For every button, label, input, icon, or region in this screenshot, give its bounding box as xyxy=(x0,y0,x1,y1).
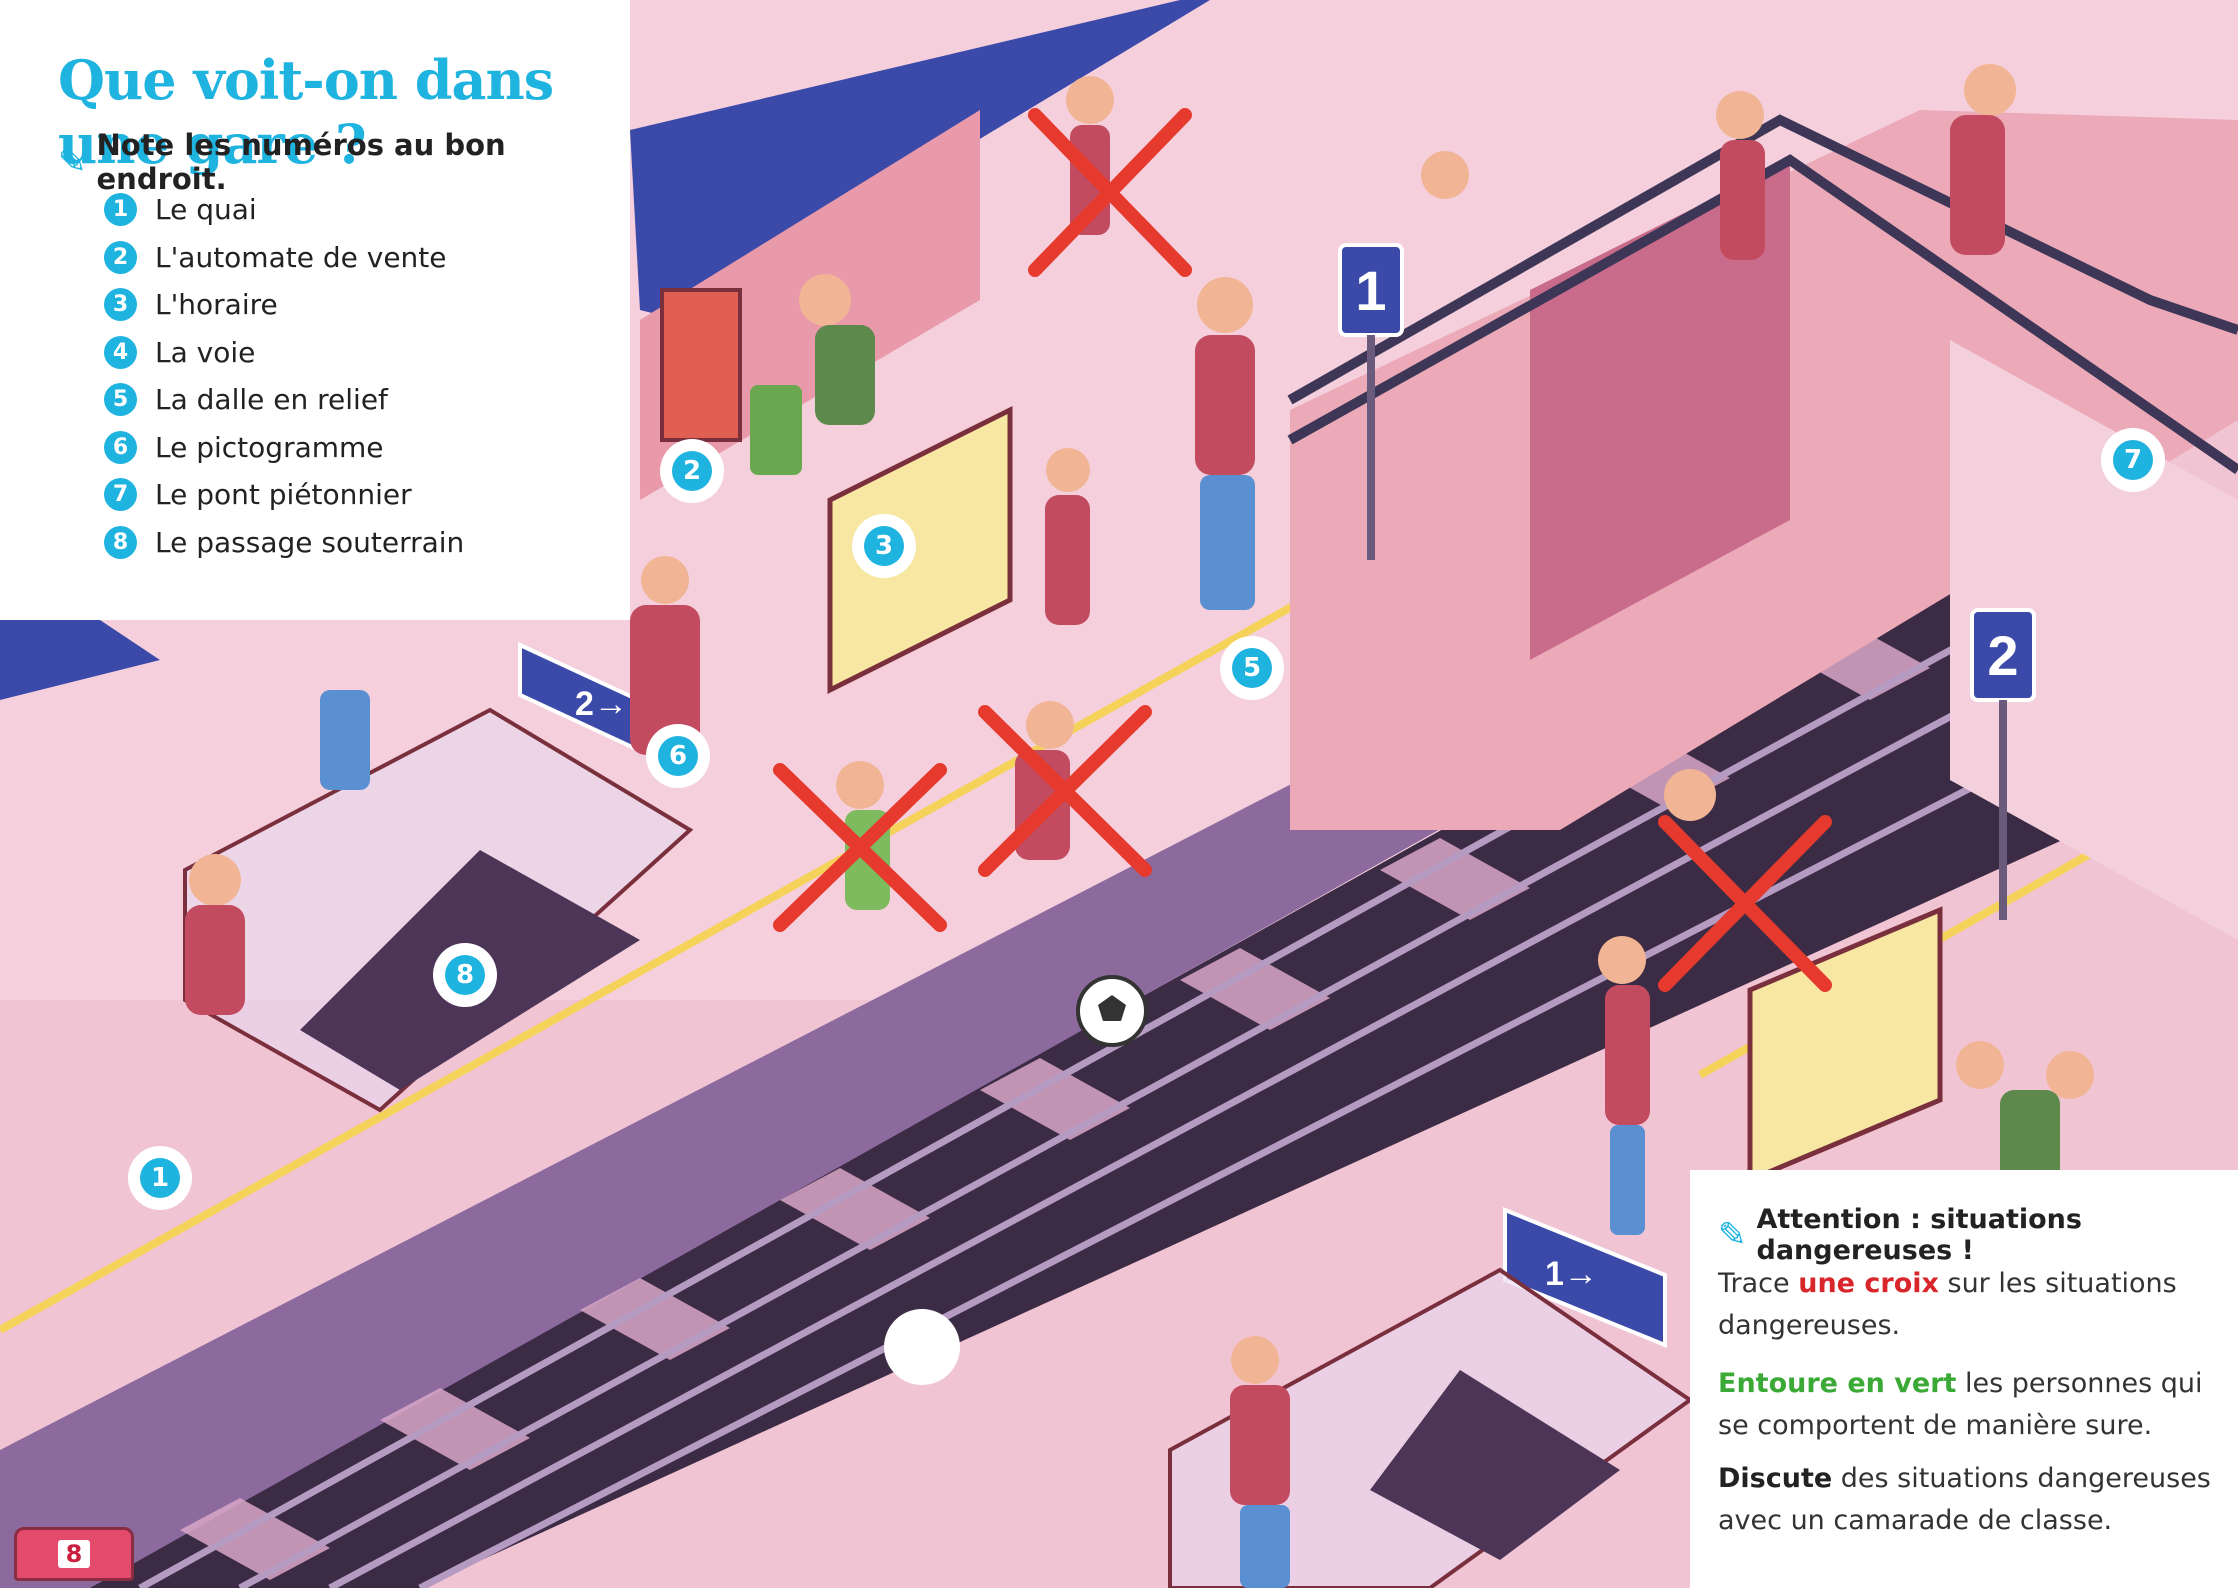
legend-item: 2 L'automate de vente xyxy=(104,234,464,282)
marker-footbridge[interactable]: 7 xyxy=(2101,428,2165,492)
marker-number: 6 xyxy=(658,736,698,776)
legend-label: L'automate de vente xyxy=(155,240,447,274)
legend-number: 3 xyxy=(104,288,137,322)
legend-number: 7 xyxy=(104,478,137,512)
circle-green-emphasis: Entoure en vert xyxy=(1718,1368,1957,1399)
svg-text:1→: 1→ xyxy=(1545,1255,1598,1293)
marker-number: 3 xyxy=(864,526,904,566)
text-fragment: sur les situations xyxy=(1938,1268,2177,1299)
svg-text:1: 1 xyxy=(1355,259,1386,322)
danger-line-4: se comportent de manière sure. xyxy=(1718,1410,2153,1441)
marker-number: 1 xyxy=(140,1158,180,1198)
legend-label: Le pictogramme xyxy=(155,430,384,464)
danger-line-2: dangereuses. xyxy=(1718,1310,1901,1341)
legend-number: 8 xyxy=(104,525,137,559)
danger-line-3: Entoure en vert les personnes qui xyxy=(1718,1363,2202,1405)
legend-label: L'horaire xyxy=(155,288,278,322)
marker-number: 8 xyxy=(445,955,485,995)
danger-heading: Attention : situations dangereuses ! xyxy=(1756,1204,2082,1266)
marker-number: 5 xyxy=(1232,648,1272,688)
legend-item: 4 La voie xyxy=(104,329,464,377)
legend-item: 5 La dalle en relief xyxy=(104,376,464,424)
discuss-emphasis: Discute xyxy=(1718,1463,1833,1494)
marker-number: 2 xyxy=(672,451,712,491)
pencil-icon: ✎ xyxy=(58,142,87,182)
svg-text:2: 2 xyxy=(1987,624,2018,687)
legend-label: Le passage souterrain xyxy=(155,525,465,559)
legend-label: Le quai xyxy=(155,193,257,227)
ticket-machine xyxy=(660,288,742,442)
pencil-icon: ✎ xyxy=(1718,1215,1747,1255)
legend-label: Le pont piétonnier xyxy=(155,478,412,512)
danger-panel: ✎ Attention : situations dangereuses ! T… xyxy=(1690,1170,2238,1588)
text-fragment: des situations dangereuses xyxy=(1832,1463,2211,1494)
danger-heading-row: ✎ Attention : situations dangereuses ! xyxy=(1718,1204,2238,1266)
legend-list: 1 Le quai 2 L'automate de vente 3 L'horaire… xyxy=(104,186,464,566)
legend-item: 6 Le pictogramme xyxy=(104,424,464,472)
marker-pictogram[interactable]: 6 xyxy=(646,724,710,788)
marker-platform[interactable]: 1 xyxy=(128,1146,192,1210)
text-fragment: Trace xyxy=(1718,1268,1799,1299)
marker-underpass[interactable]: 8 xyxy=(433,943,497,1007)
svg-text:2→: 2→ xyxy=(575,685,628,723)
danger-line-5: Discute des situations dangereuses xyxy=(1718,1458,2211,1500)
legend-label: La voie xyxy=(155,335,256,369)
legend-number: 5 xyxy=(104,383,137,417)
legend-number: 4 xyxy=(104,335,137,369)
title-panel: Que voit-on dans une gare ? ✎ Note les n… xyxy=(0,0,630,620)
legend-item: 1 Le quai xyxy=(104,186,464,234)
text-fragment: les personnes qui xyxy=(1956,1368,2203,1399)
marker-ticket-machine[interactable]: 2 xyxy=(660,439,724,503)
marker-number: 7 xyxy=(2113,440,2153,480)
legend-label: La dalle en relief xyxy=(155,383,388,417)
page-number-badge: 8 xyxy=(14,1527,134,1581)
danger-line-1: Trace une croix sur les situations xyxy=(1718,1263,2177,1305)
marker-tactile-paving[interactable]: 5 xyxy=(1220,636,1284,700)
legend-item: 7 Le pont piétonnier xyxy=(104,471,464,519)
cross-emphasis: une croix xyxy=(1798,1268,1939,1299)
legend-number: 1 xyxy=(104,193,137,227)
marker-timetable[interactable]: 3 xyxy=(852,514,916,578)
page-number: 8 xyxy=(57,1540,91,1568)
legend-number: 6 xyxy=(104,430,137,464)
legend-item: 8 Le passage souterrain xyxy=(104,519,464,567)
legend-number: 2 xyxy=(104,240,137,274)
marker-empty-track[interactable] xyxy=(884,1309,960,1385)
danger-line-6: avec un camarade de classe. xyxy=(1718,1505,2113,1536)
legend-item: 3 L'horaire xyxy=(104,281,464,329)
